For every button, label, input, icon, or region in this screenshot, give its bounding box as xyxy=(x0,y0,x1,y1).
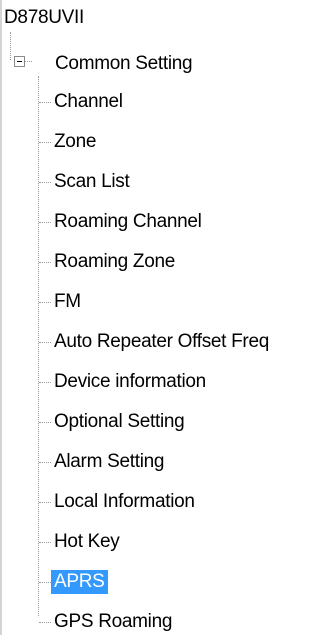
tree-node-fm[interactable]: FM xyxy=(54,290,81,314)
tree-node-auto-repeater-offset-freq[interactable]: Auto Repeater Offset Freq xyxy=(54,330,269,354)
tree-node-optional-setting[interactable]: Optional Setting xyxy=(54,410,185,434)
tree-node-device-information[interactable]: Device information xyxy=(54,370,206,394)
tree-line xyxy=(39,542,51,543)
tree-node-zone[interactable]: Zone xyxy=(54,130,96,154)
tree-line xyxy=(39,382,51,383)
tree-line xyxy=(39,142,51,143)
tree-node-hot-key[interactable]: Hot Key xyxy=(54,530,120,554)
tree-line xyxy=(38,76,39,616)
tree-line xyxy=(39,462,51,463)
tree-line xyxy=(39,102,51,103)
minus-box-icon[interactable] xyxy=(14,56,25,67)
tree-line xyxy=(39,582,51,583)
tree-line xyxy=(39,182,51,183)
tree-line xyxy=(39,622,51,623)
tree-line xyxy=(39,342,51,343)
tree-node-channel[interactable]: Channel xyxy=(54,90,123,114)
tree-view[interactable]: D878UVII Common Setting Channel Zone Scan … xyxy=(0,0,334,635)
tree-line xyxy=(39,422,51,423)
tree-line xyxy=(24,61,32,62)
tree-node-gps-roaming[interactable]: GPS Roaming xyxy=(54,610,172,634)
tree-line xyxy=(39,502,51,503)
tree-node-common-setting[interactable]: Common Setting xyxy=(55,52,193,76)
tree-line xyxy=(39,302,51,303)
tree-node-roaming-channel[interactable]: Roaming Channel xyxy=(54,210,202,234)
tree-line xyxy=(39,262,51,263)
tree-root-label[interactable]: D878UVII xyxy=(4,6,84,30)
left-edge-divider xyxy=(0,0,2,635)
tree-line xyxy=(39,222,51,223)
tree-line xyxy=(10,32,11,60)
tree-node-aprs[interactable]: APRS xyxy=(51,570,108,594)
tree-node-alarm-setting[interactable]: Alarm Setting xyxy=(54,450,164,474)
tree-node-local-information[interactable]: Local Information xyxy=(54,490,195,514)
tree-node-scan-list[interactable]: Scan List xyxy=(54,170,130,194)
tree-node-roaming-zone[interactable]: Roaming Zone xyxy=(54,250,175,274)
